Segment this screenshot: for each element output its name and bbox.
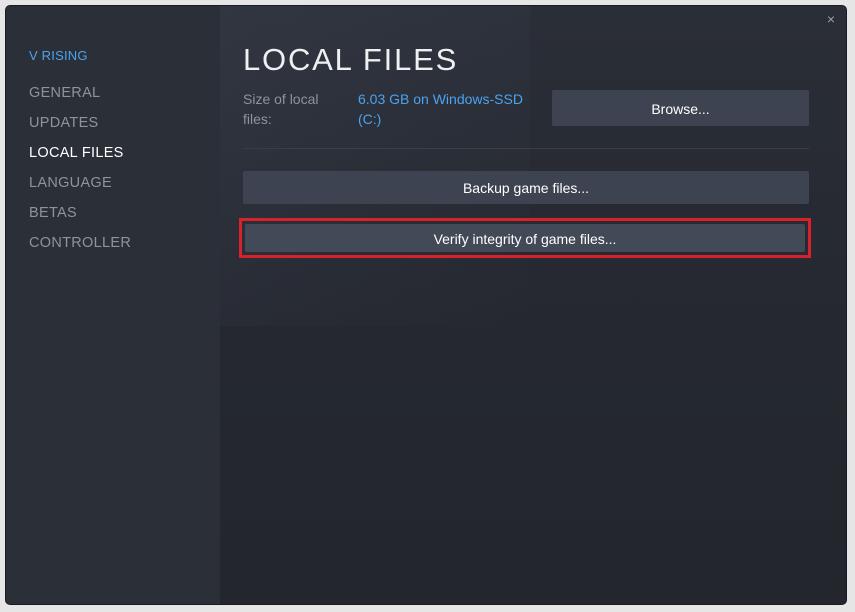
sidebar-item-local-files[interactable]: LOCAL FILES [29,144,131,174]
sidebar-item-language[interactable]: LANGUAGE [29,174,131,204]
game-title: V RISING [29,48,88,63]
highlight-box: Verify integrity of game files... [239,218,811,258]
main-panel: × LOCAL FILES Size of local files: 6.03 … [220,6,846,604]
page-title: LOCAL FILES [243,42,459,77]
sidebar-nav: GENERAL UPDATES LOCAL FILES LANGUAGE BET… [29,84,131,264]
backup-game-files-button[interactable]: Backup game files... [243,171,809,204]
sidebar-item-updates[interactable]: UPDATES [29,114,131,144]
size-value: 6.03 GB on Windows-SSD (C:) [358,91,523,127]
properties-window: V RISING GENERAL UPDATES LOCAL FILES LAN… [6,6,846,604]
browse-button[interactable]: Browse... [552,90,809,126]
close-icon[interactable]: × [824,12,838,26]
sidebar-item-general[interactable]: GENERAL [29,84,131,114]
sidebar-item-betas[interactable]: BETAS [29,204,131,234]
divider [243,148,809,149]
sidebar: V RISING GENERAL UPDATES LOCAL FILES LAN… [6,6,220,604]
size-label: Size of local files: [243,91,319,127]
sidebar-item-controller[interactable]: CONTROLLER [29,234,131,264]
verify-integrity-button[interactable]: Verify integrity of game files... [245,224,805,252]
